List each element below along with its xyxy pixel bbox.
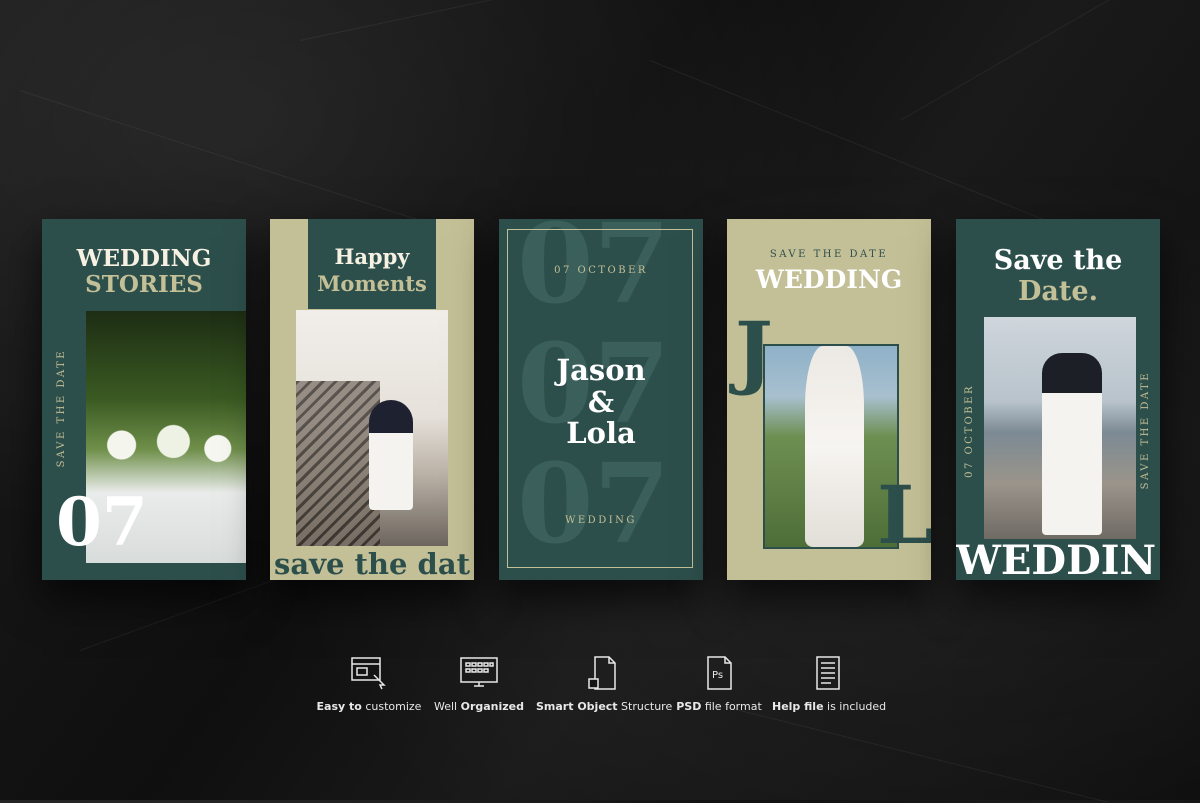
feature-1-bold: Easy to: [316, 700, 362, 713]
card4-title: WEDDING: [755, 265, 903, 294]
feature-help-file: Help file is included: [772, 655, 887, 713]
card1-title-line2: STORIES: [85, 271, 203, 298]
card1-title-line1: WEDDING: [76, 245, 212, 272]
template-card-save-the-date-wedding: SAVE THE DATE WEDDING J L: [727, 219, 931, 580]
feature-4-bold: PSD: [676, 700, 702, 713]
card1-side-text: SAVE THE DATE: [56, 349, 67, 468]
card5-title-line1: Save the: [993, 245, 1123, 276]
feature-3-bold: Smart Object: [536, 700, 618, 713]
card3-ampersand: &: [587, 385, 615, 419]
feature-smart-object: Smart Object Structure: [536, 655, 672, 713]
card3-name1: Jason: [556, 353, 646, 387]
feature-4-rest: file format: [701, 700, 762, 713]
beach-couple-photo: [984, 317, 1136, 539]
template-card-happy-moments: Happy Moments save the dat: [270, 219, 474, 580]
card5-side-left: 07 OCTOBER: [964, 384, 975, 478]
feature-5-bold: Help file: [772, 700, 824, 713]
card5-side-right: SAVE THE DATE: [1140, 371, 1151, 490]
customize-icon: [315, 655, 423, 691]
feature-1-rest: customize: [361, 700, 422, 713]
card2-footer-text: save the dat: [274, 547, 471, 580]
psd-file-icon: Ps: [676, 655, 762, 691]
feature-well-organized: Well Organized: [432, 655, 526, 713]
card3-footer: WEDDING: [565, 515, 637, 526]
template-card-wedding-stories: WEDDING STORIES SAVE THE DATE 07: [42, 219, 246, 580]
feature-2-pre: Well: [433, 700, 461, 713]
feature-2-bold: Organized: [460, 700, 525, 713]
card3-name2: Lola: [566, 416, 636, 450]
help-file-icon: [772, 655, 884, 691]
card2-title-line2: Moments: [317, 271, 427, 296]
card2-title-line1: Happy: [334, 244, 410, 269]
svg-text:Ps: Ps: [712, 670, 723, 681]
feature-easy-customize: Easy to customize: [315, 655, 423, 713]
feature-psd-format: Ps PSD file format: [676, 655, 762, 713]
card5-title-line2: Date.: [1018, 276, 1098, 307]
smart-object-icon: [536, 655, 668, 691]
feature-5-rest: is included: [823, 700, 887, 713]
feature-3-rest: Structure: [617, 700, 673, 713]
features-row: Easy to customize Well Organized Smart O…: [0, 655, 1200, 725]
template-card-jason-lola: 07 07 07 07 OCTOBER Jason & Lola WEDDING: [499, 219, 703, 580]
card1-number: 07: [56, 483, 148, 561]
card5-footer-text: WEDDIN: [956, 537, 1157, 581]
template-card-save-the-date-photo: Save the Date. 07 OCTOBER SAVE THE DATE …: [956, 219, 1160, 580]
card4-kicker: SAVE THE DATE: [769, 249, 889, 260]
card4-initial-right: L: [877, 468, 931, 562]
card3-date: 07 OCTOBER: [554, 265, 648, 276]
keyboard-monitor-icon: [432, 655, 526, 691]
staircase-couple-photo: [296, 310, 448, 546]
